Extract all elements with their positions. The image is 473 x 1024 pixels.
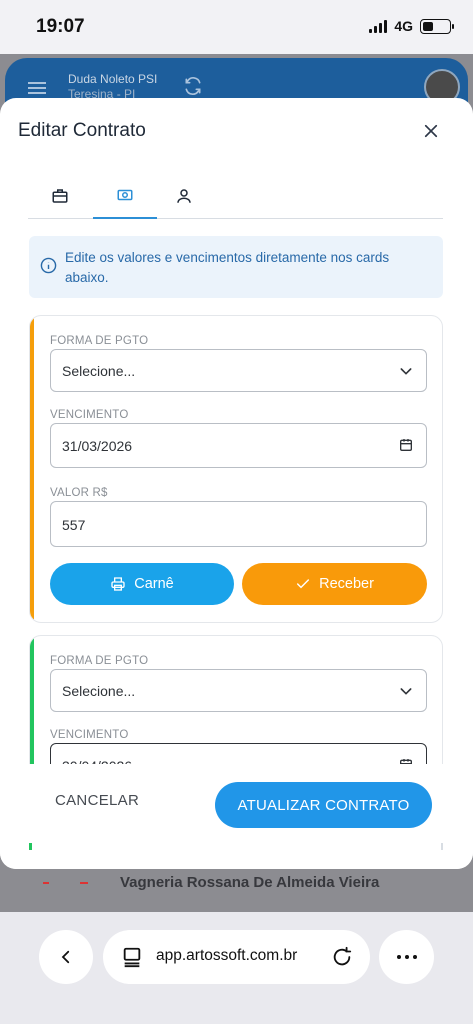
update-contract-button[interactable]: ATUALIZAR CONTRATO [215, 782, 432, 828]
battery-icon [420, 18, 454, 34]
page-settings-icon[interactable] [121, 946, 143, 968]
modal-tabs [28, 173, 443, 219]
address-bar[interactable]: app.artossoft.com.br [103, 930, 370, 984]
modal-footer: CANCELAR ATUALIZAR CONTRATO [0, 764, 473, 869]
back-button[interactable] [39, 930, 93, 984]
card-status-stripe [30, 316, 34, 622]
briefcase-icon [52, 189, 68, 203]
status-bar: 19:07 4G [0, 0, 473, 54]
header-user-name: Duda Noleto PSI [68, 72, 158, 86]
amount-label: VALOR R$ [50, 487, 108, 499]
receive-label: Receber [319, 576, 374, 592]
signal-icon [369, 19, 388, 33]
payment-method-select[interactable]: Selecione... [50, 349, 427, 392]
payment-method-label: FORMA DE PGTO [50, 335, 149, 347]
amount-value: 557 [62, 517, 86, 533]
tab-client[interactable] [152, 173, 216, 219]
info-icon [40, 257, 57, 274]
due-date-label: VENCIMENTO [50, 729, 129, 741]
receive-button[interactable]: Receber [242, 563, 427, 605]
bg-list-marker [43, 882, 49, 884]
hamburger-menu-icon[interactable] [28, 82, 46, 94]
amount-input[interactable]: 557 [50, 501, 427, 547]
status-icons: 4G [369, 18, 454, 34]
more-options-button[interactable] [379, 930, 434, 984]
info-alert: Edite os valores e vencimentos diretamen… [29, 236, 443, 298]
carne-label: Carnê [134, 576, 174, 592]
modal-title: Editar Contrato [18, 120, 146, 141]
due-date-value: 31/03/2026 [62, 438, 133, 454]
check-icon [297, 579, 310, 589]
due-date-label: VENCIMENTO [50, 409, 129, 421]
tab-contract-details[interactable] [28, 173, 92, 219]
carne-button[interactable]: Carnê [50, 563, 234, 605]
chevron-down-icon [400, 688, 412, 695]
chevron-left-icon [61, 950, 70, 964]
payment-method-select[interactable]: Selecione... [50, 669, 427, 712]
payment-method-value: Selecione... [62, 363, 136, 379]
edit-contract-modal: Editar Contrato Edite os valores e venci… [0, 98, 473, 869]
tab-payments[interactable] [93, 173, 157, 219]
reload-icon[interactable] [331, 946, 353, 968]
calendar-icon[interactable] [398, 437, 414, 453]
info-text: Edite os valores e vencimentos diretamen… [65, 250, 390, 285]
due-date-input[interactable]: 31/03/2026 [50, 423, 427, 468]
payment-method-label: FORMA DE PGTO [50, 655, 149, 667]
bg-list-marker [80, 882, 88, 884]
card-stripe-fragment [29, 843, 32, 850]
person-icon [177, 189, 191, 203]
cancel-button[interactable]: CANCELAR [55, 792, 139, 809]
url-text: app.artossoft.com.br [156, 947, 298, 964]
network-label: 4G [394, 18, 413, 34]
card-border-fragment [441, 843, 443, 850]
payment-method-value: Selecione... [62, 683, 136, 699]
background-list-name: Vagneria Rossana De Almeida Vieira [120, 874, 380, 891]
printer-icon [111, 577, 125, 591]
status-time: 19:07 [36, 16, 85, 37]
chevron-down-icon [400, 368, 412, 375]
installment-card: FORMA DE PGTO Selecione... VENCIMENTO 31… [29, 315, 443, 623]
money-icon [117, 189, 133, 201]
sync-icon[interactable] [183, 76, 203, 96]
browser-toolbar: app.artossoft.com.br [0, 912, 473, 1024]
close-icon[interactable] [422, 122, 440, 140]
